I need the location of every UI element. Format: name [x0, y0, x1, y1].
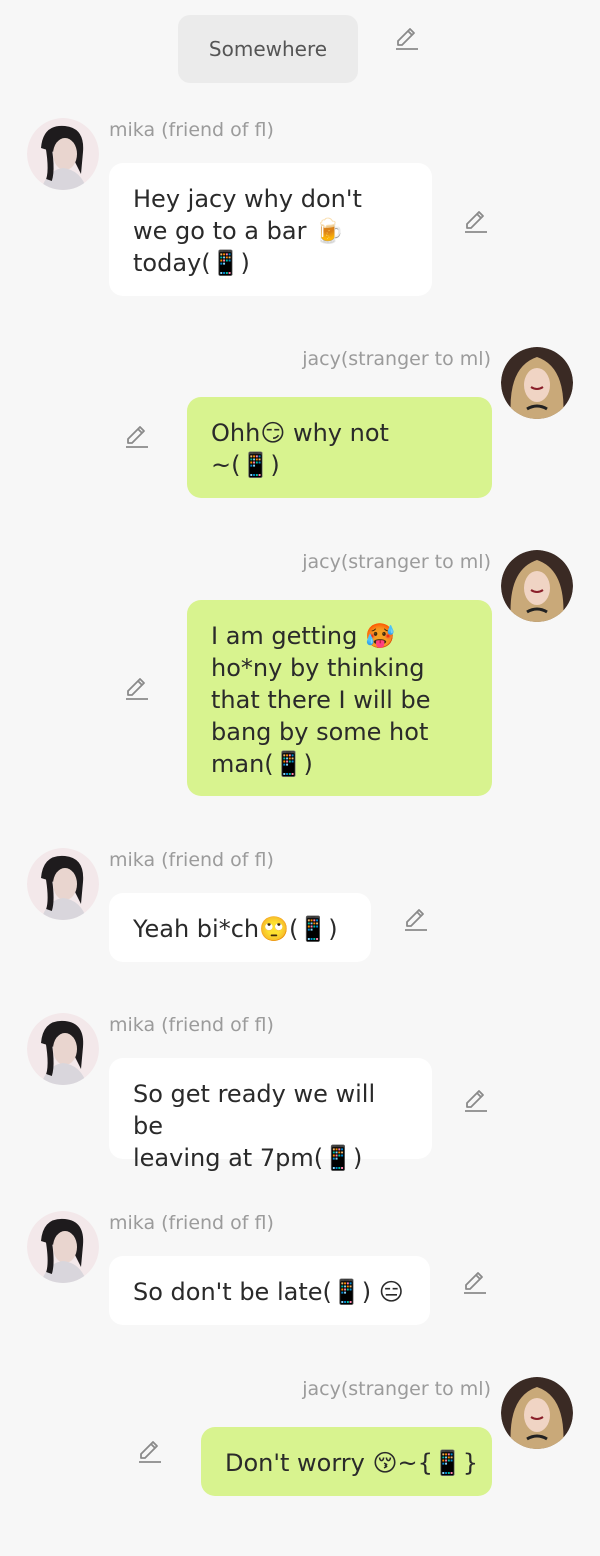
- sender-name: mika (friend of fl): [109, 1014, 274, 1036]
- message-bubble[interactable]: Yeah bi*ch🙄(📱): [109, 893, 371, 962]
- message-bubble[interactable]: I am getting 🥵 ho*ny by thinking that th…: [187, 600, 492, 796]
- edit-message-icon[interactable]: [463, 1087, 489, 1113]
- edit-message-icon[interactable]: [463, 208, 489, 234]
- edit-message-icon[interactable]: [137, 1438, 163, 1464]
- message-bubble[interactable]: Ohh😏 why not ~(📱): [187, 397, 492, 498]
- sender-name: mika (friend of fl): [109, 849, 274, 871]
- message-bubble[interactable]: So don't be late(📱) 😑: [109, 1256, 430, 1325]
- sender-name: mika (friend of fl): [109, 119, 274, 141]
- edit-location-icon[interactable]: [394, 25, 420, 51]
- jacy-avatar[interactable]: [501, 550, 573, 622]
- jacy-avatar[interactable]: [501, 347, 573, 419]
- edit-message-icon[interactable]: [462, 1269, 488, 1295]
- sender-name: jacy(stranger to ml): [302, 1378, 491, 1400]
- sender-name: jacy(stranger to ml): [302, 551, 491, 573]
- mika-avatar[interactable]: [27, 1211, 99, 1283]
- location-label: Somewhere: [178, 15, 358, 83]
- message-bubble[interactable]: Don't worry 😚~{📱}: [201, 1427, 492, 1496]
- jacy-avatar[interactable]: [501, 1377, 573, 1449]
- mika-avatar[interactable]: [27, 848, 99, 920]
- edit-message-icon[interactable]: [403, 906, 429, 932]
- mika-avatar[interactable]: [27, 1013, 99, 1085]
- mika-avatar[interactable]: [27, 118, 99, 190]
- message-bubble[interactable]: So get ready we will be leaving at 7pm(📱…: [109, 1058, 432, 1172]
- message-bubble[interactable]: Hey jacy why don't we go to a bar 🍺 toda…: [109, 163, 432, 296]
- sender-name: jacy(stranger to ml): [302, 348, 491, 370]
- sender-name: mika (friend of fl): [109, 1212, 274, 1234]
- edit-message-icon[interactable]: [124, 423, 150, 449]
- edit-message-icon[interactable]: [124, 675, 150, 701]
